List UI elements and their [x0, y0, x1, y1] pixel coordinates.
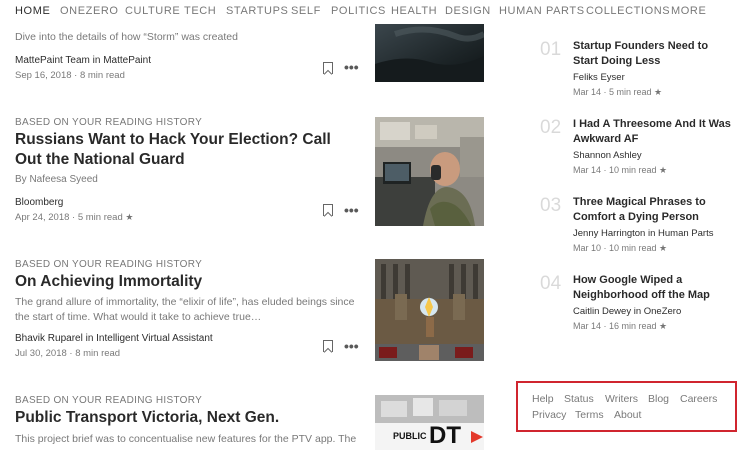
- footer-link-careers[interactable]: Careers: [680, 393, 717, 405]
- post-meta: Sep 16, 2018 · 8 min read: [15, 70, 125, 81]
- nav-design[interactable]: DESIGN: [445, 5, 491, 17]
- ptv-image-card: [381, 401, 407, 417]
- post-title[interactable]: Russians Want to Hack Your Election? Cal…: [15, 130, 360, 170]
- more-options-icon[interactable]: •••: [344, 339, 359, 353]
- post-meta: Apr 24, 2018 · 5 min read ★: [15, 212, 133, 223]
- nav-home[interactable]: HOME: [15, 5, 50, 17]
- nav-human-parts[interactable]: HUMAN PARTS: [499, 5, 585, 17]
- popular-meta: Mar 10 · 10 min read ★: [573, 243, 668, 253]
- ptv-image-card: [413, 398, 433, 416]
- ptv-image-label: PUBLIC: [393, 431, 427, 441]
- post-date-readtime: Apr 24, 2018 · 5 min read: [15, 212, 123, 223]
- post-feed: Dive into the details of how “Storm” was…: [0, 24, 500, 450]
- post-thumbnail[interactable]: [375, 24, 484, 82]
- ptv-image-logo: DT: [429, 422, 461, 449]
- bookmark-icon[interactable]: [323, 62, 333, 74]
- post-title[interactable]: Public Transport Victoria, Next Gen.: [15, 408, 395, 428]
- post-context-label: BASED ON YOUR READING HISTORY: [15, 117, 203, 128]
- nav-self[interactable]: SELF: [291, 5, 321, 17]
- post-publisher[interactable]: Bhavik Ruparel in Intelligent Virtual As…: [15, 333, 213, 344]
- popular-meta: Mar 14 · 5 min read ★: [573, 87, 663, 97]
- popular-author[interactable]: Jenny Harrington in Human Parts: [573, 228, 713, 239]
- ptv-image-arrow: [471, 431, 483, 443]
- footer-link-writers[interactable]: Writers: [605, 393, 638, 405]
- popular-title[interactable]: How Google Wiped a Neighborhood off the …: [573, 273, 735, 302]
- footer-link-help[interactable]: Help: [532, 393, 554, 405]
- star-icon: ★: [125, 212, 134, 222]
- post-context-label: BASED ON YOUR READING HISTORY: [15, 259, 203, 270]
- popular-list-item[interactable]: 04 How Google Wiped a Neighborhood off t…: [540, 273, 740, 335]
- popular-meta: Mar 14 · 10 min read ★: [573, 165, 668, 175]
- popular-author[interactable]: Shannon Ashley: [573, 150, 642, 161]
- popular-list-item[interactable]: 02 I Had A Threesome And It Was Awkward …: [540, 117, 740, 179]
- popular-list-item[interactable]: 01 Startup Founders Need to Start Doing …: [540, 39, 740, 101]
- popular-rank: 03: [540, 195, 562, 216]
- post-thumbnail[interactable]: [375, 117, 484, 226]
- popular-rank: 04: [540, 273, 562, 294]
- popular-author[interactable]: Feliks Eyser: [573, 72, 625, 83]
- footer-links-highlight: Help Status Writers Blog Careers Privacy…: [516, 381, 737, 432]
- more-options-icon[interactable]: •••: [344, 203, 359, 217]
- national-guard-photo: [375, 117, 484, 226]
- popular-meta: Mar 14 · 16 min read ★: [573, 321, 668, 331]
- footer-link-blog[interactable]: Blog: [648, 393, 669, 405]
- post-byline: By Nafeesa Syeed: [15, 174, 98, 185]
- nav-startups[interactable]: STARTUPS: [226, 5, 288, 17]
- post-meta: Jul 30, 2018 · 8 min read: [15, 348, 121, 359]
- popular-title[interactable]: Startup Founders Need to Start Doing Les…: [573, 39, 735, 68]
- footer-link-terms[interactable]: Terms: [575, 409, 604, 421]
- post-publisher[interactable]: Bloomberg: [15, 197, 63, 208]
- more-options-icon[interactable]: •••: [344, 60, 359, 74]
- post-title[interactable]: On Achieving Immortality: [15, 272, 360, 292]
- top-navigation: HOME ONEZERO CULTURE TECH STARTUPS SELF …: [0, 0, 747, 24]
- post-thumbnail[interactable]: [375, 259, 484, 361]
- post-excerpt: The grand allure of immortality, the “el…: [15, 296, 355, 323]
- nav-collections[interactable]: COLLECTIONS: [586, 5, 670, 17]
- bookmark-icon[interactable]: [323, 204, 333, 216]
- bookmark-icon[interactable]: [323, 340, 333, 352]
- popular-author[interactable]: Caitlin Dewey in OneZero: [573, 306, 681, 317]
- post-thumbnail[interactable]: PUBLIC DT: [375, 395, 484, 450]
- nav-more[interactable]: MORE: [671, 5, 706, 17]
- nav-culture[interactable]: CULTURE: [125, 5, 180, 17]
- footer-link-status[interactable]: Status: [564, 393, 594, 405]
- footer-link-privacy[interactable]: Privacy: [532, 409, 566, 421]
- post-excerpt: Dive into the details of how “Storm” was…: [15, 31, 238, 43]
- footer-link-about[interactable]: About: [614, 409, 641, 421]
- popular-rank: 02: [540, 117, 562, 138]
- ptv-image-card: [439, 400, 467, 416]
- popular-title[interactable]: Three Magical Phrases to Comfort a Dying…: [573, 195, 735, 224]
- popular-list-item[interactable]: 03 Three Magical Phrases to Comfort a Dy…: [540, 195, 740, 257]
- post-excerpt: This project brief was to concentualise …: [15, 433, 357, 445]
- popular-rank: 01: [540, 39, 562, 60]
- nav-health[interactable]: HEALTH: [391, 5, 437, 17]
- storm-image: [375, 24, 484, 82]
- popular-title[interactable]: I Had A Threesome And It Was Awkward AF: [573, 117, 735, 146]
- doom-game-image: [375, 259, 484, 361]
- nav-tech[interactable]: TECH: [184, 5, 216, 17]
- nav-onezero[interactable]: ONEZERO: [60, 5, 119, 17]
- post-publisher[interactable]: MattePaint Team in MattePaint: [15, 55, 151, 66]
- post-context-label: BASED ON YOUR READING HISTORY: [15, 395, 203, 406]
- nav-politics[interactable]: POLITICS: [331, 5, 386, 17]
